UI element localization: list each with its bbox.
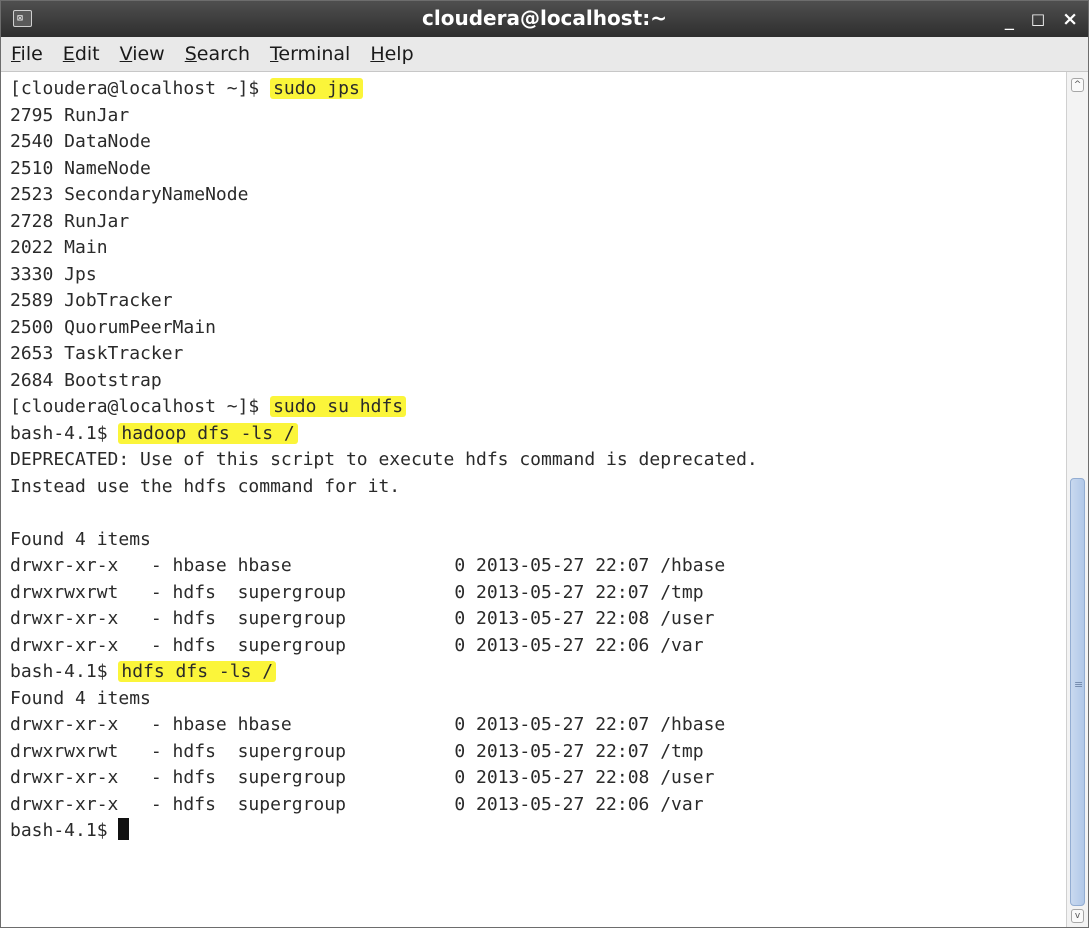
menu-item-file[interactable]: File xyxy=(11,43,43,65)
terminal-line-text: bash-4.1$ xyxy=(10,661,119,682)
terminal-line-text: drwxrwxrwt - hdfs supergroup 0 2013-05-2… xyxy=(10,581,704,603)
highlighted-command: sudo su hdfs xyxy=(270,396,407,417)
menu-label: dit xyxy=(74,43,100,65)
terminal-line: 2523 SecondaryNameNode xyxy=(10,182,1068,209)
terminal-line: bash-4.1$ xyxy=(10,818,1068,845)
highlighted-command: sudo jps xyxy=(270,78,363,99)
menu-label: elp xyxy=(384,43,414,65)
terminal-output[interactable]: [cloudera@localhost ~]$ sudo jps 2795 Run… xyxy=(1,72,1068,927)
terminal-line: drwxr-xr-x - hbase hbase 0 2013-05-27 22… xyxy=(10,712,1068,739)
vertical-scrollbar[interactable]: ^ ≡ v xyxy=(1066,72,1088,927)
terminal-line: DEPRECATED: Use of this script to execut… xyxy=(10,447,1068,474)
terminal-line-text: 2684 Bootstrap xyxy=(10,369,162,391)
menu-mnemonic: E xyxy=(62,43,75,65)
scroll-down-arrow-icon[interactable]: v xyxy=(1071,909,1084,923)
window-controls: _ □ × xyxy=(1005,1,1078,37)
terminal-line: drwxr-xr-x - hdfs supergroup 0 2013-05-2… xyxy=(10,765,1068,792)
terminal-line-text: [cloudera@localhost ~]$ xyxy=(10,78,271,99)
terminal-line: [cloudera@localhost ~]$ sudo su hdfs xyxy=(10,394,1068,421)
close-button[interactable]: × xyxy=(1062,9,1078,29)
terminal-line-text: 2540 DataNode xyxy=(10,131,151,152)
highlighted-command: hdfs dfs -ls / xyxy=(118,661,277,682)
menu-label: erminal xyxy=(278,43,351,65)
menu-mnemonic: H xyxy=(370,43,385,65)
terminal-line: drwxr-xr-x - hdfs supergroup 0 2013-05-2… xyxy=(10,633,1068,660)
menu-mnemonic: S xyxy=(184,43,197,65)
terminal-line: Found 4 items xyxy=(10,527,1068,554)
scrollbar-grip-icon: ≡ xyxy=(1074,678,1084,691)
terminal-line-text: bash-4.1$ xyxy=(10,820,119,841)
terminal-line: bash-4.1$ hdfs dfs -ls / xyxy=(10,659,1068,686)
terminal-line-text: Instead use the hdfs command for it. xyxy=(10,475,401,497)
title-bar[interactable]: ⊠ cloudera@localhost:~ _ □ × xyxy=(1,1,1088,37)
terminal-line-text: [cloudera@localhost ~]$ xyxy=(10,396,271,417)
menu-bar: File Edit View Search Terminal Help xyxy=(1,37,1088,72)
window-title: cloudera@localhost:~ xyxy=(422,6,667,30)
terminal-line: 2684 Bootstrap xyxy=(10,368,1068,395)
terminal-line-text: 2523 SecondaryNameNode xyxy=(10,184,249,205)
menu-label: earch xyxy=(196,43,250,65)
terminal-line-text: 2022 Main xyxy=(10,237,108,258)
terminal-line-text: drwxr-xr-x - hdfs supergroup 0 2013-05-2… xyxy=(10,608,715,629)
terminal-line: 2653 TaskTracker xyxy=(10,341,1068,368)
terminal-line-text: bash-4.1$ xyxy=(10,422,119,444)
scroll-up-arrow-icon[interactable]: ^ xyxy=(1071,78,1084,92)
terminal-line-text: drwxrwxrwt - hdfs supergroup 0 2013-05-2… xyxy=(10,740,704,762)
terminal-line-text: drwxr-xr-x - hbase hbase 0 2013-05-27 22… xyxy=(10,714,726,735)
menu-item-view[interactable]: View xyxy=(120,43,165,65)
terminal-window: ⊠ cloudera@localhost:~ _ □ × File Edit Vie… xyxy=(0,0,1089,928)
terminal-line-text: drwxr-xr-x - hdfs supergroup 0 2013-05-2… xyxy=(10,634,704,656)
terminal-line: Instead use the hdfs command for it. xyxy=(10,474,1068,501)
highlighted-command: hadoop dfs -ls / xyxy=(118,422,298,444)
terminal-line: 2728 RunJar xyxy=(10,209,1068,236)
scrollbar-thumb[interactable]: ≡ xyxy=(1070,478,1085,906)
terminal-line: 2795 RunJar xyxy=(10,103,1068,130)
terminal-line-text: drwxr-xr-x - hbase hbase 0 2013-05-27 22… xyxy=(10,555,726,576)
terminal-line: drwxrwxrwt - hdfs supergroup 0 2013-05-2… xyxy=(10,739,1068,766)
terminal-line-text: 2795 RunJar xyxy=(10,104,130,126)
menu-item-search[interactable]: Search xyxy=(185,43,250,65)
menu-label: iew xyxy=(132,43,165,65)
terminal-line: 2022 Main xyxy=(10,235,1068,262)
text-cursor xyxy=(118,818,130,840)
terminal-line-text: 2653 TaskTracker xyxy=(10,343,184,364)
menu-label: ile xyxy=(20,43,43,65)
terminal-line: [cloudera@localhost ~]$ sudo jps xyxy=(10,76,1068,103)
terminal-line: drwxr-xr-x - hbase hbase 0 2013-05-27 22… xyxy=(10,553,1068,580)
terminal-line: drwxr-xr-x - hdfs supergroup 0 2013-05-2… xyxy=(10,792,1068,819)
terminal-line: drwxrwxrwt - hdfs supergroup 0 2013-05-2… xyxy=(10,580,1068,607)
maximize-button[interactable]: □ xyxy=(1031,9,1045,29)
terminal-line-text: 3330 Jps xyxy=(10,263,97,285)
terminal-line: Found 4 items xyxy=(10,686,1068,713)
menu-mnemonic: V xyxy=(119,43,133,65)
terminal-line: 2540 DataNode xyxy=(10,129,1068,156)
terminal-line-text: Found 4 items xyxy=(10,687,151,709)
terminal-line: 2589 JobTracker xyxy=(10,288,1068,315)
terminal-line-text: drwxr-xr-x - hdfs supergroup 0 2013-05-2… xyxy=(10,767,715,788)
menu-item-terminal[interactable]: Terminal xyxy=(270,43,350,65)
terminal-line-text: 2500 QuorumPeerMain xyxy=(10,316,216,338)
menu-item-edit[interactable]: Edit xyxy=(63,43,100,65)
terminal-line-text: drwxr-xr-x - hdfs supergroup 0 2013-05-2… xyxy=(10,793,704,815)
terminal-line: drwxr-xr-x - hdfs supergroup 0 2013-05-2… xyxy=(10,606,1068,633)
terminal-line: 2500 QuorumPeerMain xyxy=(10,315,1068,342)
terminal-line-text: 2728 RunJar xyxy=(10,210,130,232)
terminal-line-text: 2510 NameNode xyxy=(10,157,151,179)
menu-mnemonic: F xyxy=(11,43,21,65)
terminal-line: 2510 NameNode xyxy=(10,156,1068,183)
terminal-line-text: Found 4 items xyxy=(10,528,151,550)
minimize-button[interactable]: _ xyxy=(1005,10,1014,31)
terminal-line-text: DEPRECATED: Use of this script to execut… xyxy=(10,449,758,470)
terminal-line: 3330 Jps xyxy=(10,262,1068,289)
terminal-line: bash-4.1$ hadoop dfs -ls / xyxy=(10,421,1068,448)
terminal-line-text: 2589 JobTracker xyxy=(10,290,173,311)
menu-item-help[interactable]: Help xyxy=(370,43,413,65)
